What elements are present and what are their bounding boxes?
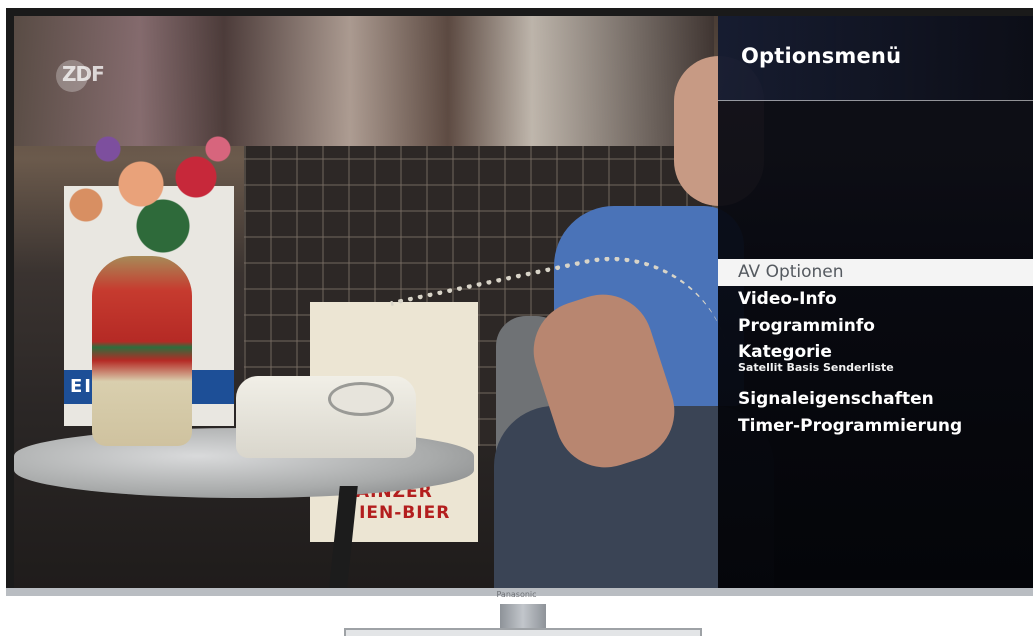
menu-item-label: Video-Info	[738, 289, 837, 309]
tv-frame: EI IER MAINZER A IEN-BIER ZDF Optionsmen…	[6, 8, 1033, 596]
tv-screen: EI IER MAINZER A IEN-BIER ZDF Optionsmen…	[14, 16, 1033, 588]
menu-item-label: AV Optionen	[738, 262, 844, 282]
channel-logo: ZDF	[56, 60, 132, 96]
menu-item-video-info[interactable]: Video-Info	[718, 286, 1033, 313]
menu-item-label: Timer-Programmierung	[738, 416, 963, 436]
tv-brand-label: Panasonic	[496, 590, 537, 599]
options-menu-title: Optionsmenü	[741, 44, 902, 68]
options-menu-panel: Optionsmenü AV Optionen Video-Info Progr…	[718, 16, 1033, 588]
tv-stand-base	[344, 628, 702, 636]
menu-item-label: Kategorie	[738, 342, 832, 362]
tv-stand-neck	[500, 604, 546, 630]
menu-item-signaleigenschaften[interactable]: Signaleigenschaften	[718, 386, 1033, 413]
menu-item-label: Programminfo	[738, 316, 875, 336]
menu-item-sublabel: Satellit Basis Senderliste	[738, 361, 894, 374]
menu-item-kategorie[interactable]: Kategorie Satellit Basis Senderliste	[718, 340, 1033, 386]
menu-item-programminfo[interactable]: Programminfo	[718, 313, 1033, 340]
telephone-dial	[328, 382, 394, 416]
channel-logo-text: ZDF	[62, 62, 105, 86]
menu-item-av-optionen[interactable]: AV Optionen	[718, 259, 1033, 286]
video-flowers	[42, 121, 262, 261]
video-telephone	[236, 376, 416, 458]
options-menu-header: Optionsmenü	[718, 16, 1033, 101]
menu-item-label: Signaleigenschaften	[738, 389, 934, 409]
options-menu-list: AV Optionen Video-Info Programminfo Kate…	[718, 259, 1033, 440]
video-vase	[92, 256, 192, 446]
menu-item-timer-programmierung[interactable]: Timer-Programmierung	[718, 413, 1033, 440]
